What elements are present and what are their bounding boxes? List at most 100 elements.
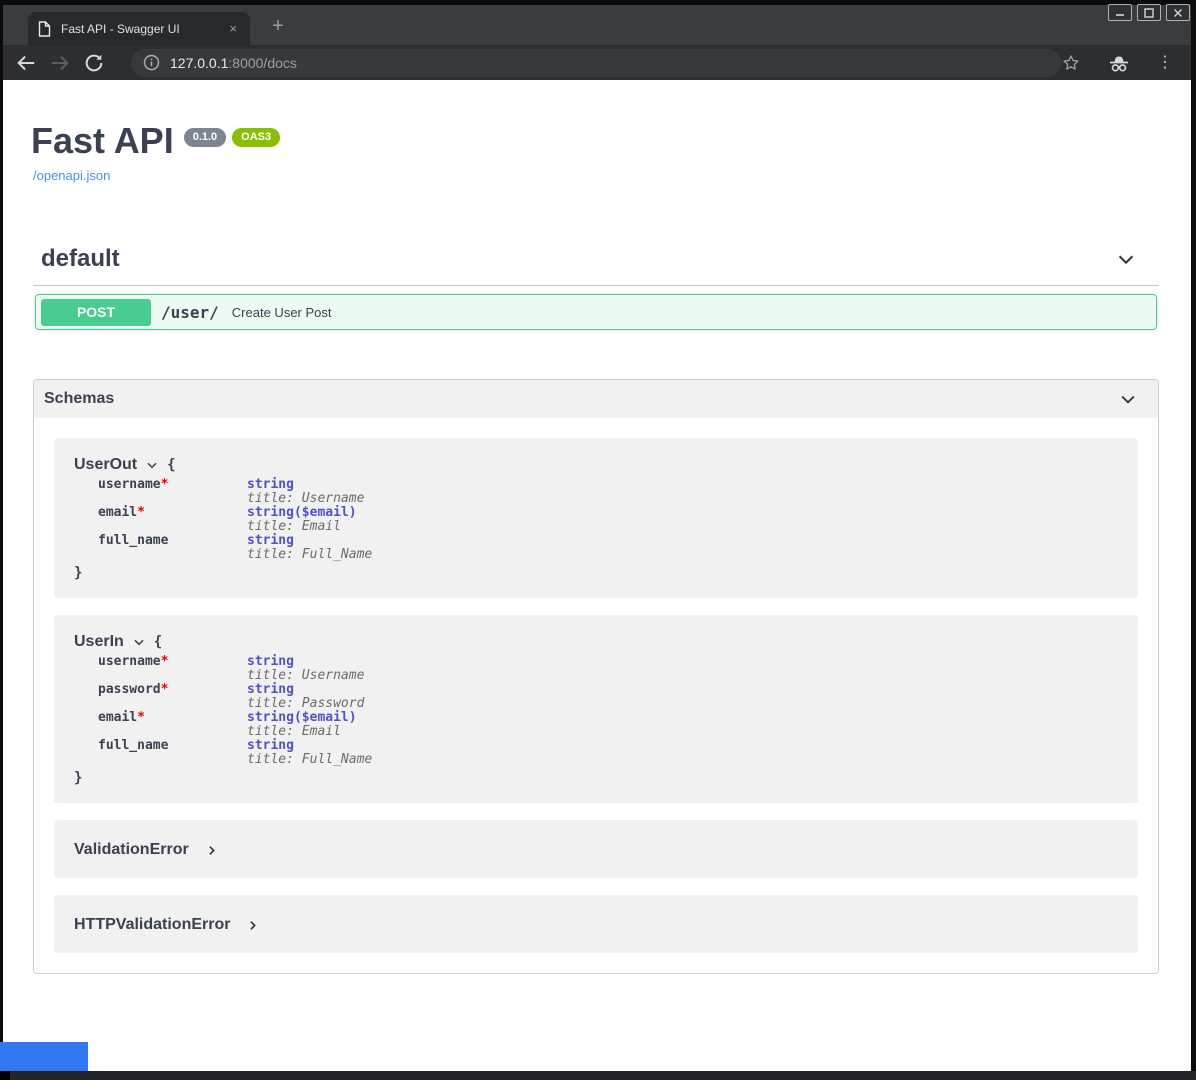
property-title: title: Username [247, 492, 372, 506]
model-title-row[interactable]: UserOut { [74, 456, 1118, 474]
address-bar[interactable]: 127.0.0.1:8000/docs [131, 49, 1061, 77]
browser-tab[interactable]: Fast API - Swagger UI × [28, 12, 250, 45]
property-row: email* string($email) title: Email [98, 711, 372, 739]
toolbar-actions: ⋮ [1061, 52, 1177, 74]
property-name: email [98, 505, 137, 520]
property-title: title: Full_Name [247, 548, 372, 562]
window-controls [1108, 4, 1190, 21]
property-type: string [247, 683, 372, 697]
model-httpvalidationerror: HTTPValidationError [54, 895, 1138, 953]
page-title: Fast API [31, 120, 174, 162]
property-type: string [247, 534, 372, 548]
post-method-button[interactable]: POST [41, 299, 151, 326]
property-row: full_name string title: Full_Name [98, 534, 372, 562]
model-validationerror: ValidationError [54, 820, 1138, 878]
window-bottom-edge [0, 1071, 1196, 1080]
open-brace: { [154, 634, 162, 650]
required-star: * [137, 710, 145, 725]
property-row: username* string title: Username [98, 478, 372, 506]
required-star: * [161, 654, 169, 669]
page-document-icon [38, 21, 51, 37]
endpoint-summary: Create User Post [232, 305, 332, 320]
property-name: email [98, 710, 137, 725]
model-name: ValidationError [74, 841, 189, 859]
tab-close-icon[interactable]: × [226, 21, 240, 36]
bookmark-star-icon[interactable] [1061, 53, 1081, 73]
chevron-down-icon[interactable] [132, 635, 146, 649]
browser-toolbar: 127.0.0.1:8000/docs ⋮ [3, 45, 1191, 80]
site-info-icon[interactable] [143, 54, 160, 71]
property-title: title: Full_Name [247, 753, 372, 767]
api-title-row: Fast API 0.1.0 OAS3 [31, 120, 1161, 162]
model-properties: username* string title: Username passwor… [98, 655, 372, 767]
property-name: username [98, 477, 161, 492]
tag-name: default [41, 245, 120, 273]
chevron-down-icon[interactable] [1118, 389, 1138, 409]
close-icon [1172, 7, 1184, 19]
click-indicator [0, 1042, 88, 1072]
minimize-button[interactable] [1108, 4, 1132, 21]
property-title: title: Email [247, 725, 372, 739]
property-name: username [98, 654, 161, 669]
swagger-ui: Fast API 0.1.0 OAS3 /openapi.json defaul… [3, 80, 1191, 974]
browser-menu-icon[interactable]: ⋮ [1157, 55, 1173, 71]
page-content: Fast API 0.1.0 OAS3 /openapi.json defaul… [3, 80, 1191, 1071]
property-type: string [247, 655, 372, 669]
url-host: 127.0.0.1 [170, 55, 228, 71]
schemas-body: UserOut { username* string title: Userna… [34, 418, 1158, 973]
model-userin: UserIn { username* string title: Usernam… [54, 615, 1138, 803]
model-title-row[interactable]: ValidationError [74, 838, 1118, 862]
oas3-badge: OAS3 [232, 128, 280, 147]
endpoint-path: /user/ [161, 303, 219, 322]
required-star: * [161, 682, 169, 697]
property-type: string [247, 739, 372, 753]
browser-window: Fast API - Swagger UI × + [0, 0, 1196, 1080]
property-row: email* string($email) title: Email [98, 506, 372, 534]
required-star: * [161, 477, 169, 492]
property-name: full_name [98, 738, 168, 753]
minimize-icon [1114, 7, 1126, 19]
property-title: title: Username [247, 669, 372, 683]
chevron-down-icon[interactable] [1115, 248, 1137, 270]
opblock-post-user[interactable]: POST /user/ Create User Post [35, 294, 1157, 330]
close-button[interactable] [1166, 4, 1190, 21]
maximize-button[interactable] [1137, 4, 1161, 21]
property-title: title: Email [247, 520, 372, 534]
schemas-header[interactable]: Schemas [34, 380, 1158, 418]
property-row: password* string title: Password [98, 683, 372, 711]
badges: 0.1.0 OAS3 [184, 128, 280, 147]
close-brace: } [74, 565, 82, 581]
open-brace: { [167, 457, 175, 473]
close-brace: } [74, 770, 82, 786]
model-title-row[interactable]: UserIn { [74, 633, 1118, 651]
tag-header[interactable]: default [33, 245, 1159, 286]
reload-icon[interactable] [83, 52, 105, 74]
model-name: UserIn [74, 633, 124, 651]
property-type: string($email) [247, 506, 372, 520]
incognito-icon [1107, 52, 1131, 74]
schemas-section: Schemas UserOut { [33, 379, 1159, 974]
back-icon[interactable] [15, 52, 37, 74]
property-name: password [98, 682, 161, 697]
required-star: * [137, 505, 145, 520]
tab-strip: Fast API - Swagger UI × + [3, 5, 1191, 45]
openapi-json-link[interactable]: /openapi.json [33, 168, 110, 183]
window-bottom-corner [0, 1071, 10, 1080]
api-info: Fast API 0.1.0 OAS3 /openapi.json [31, 120, 1161, 185]
chevron-right-icon[interactable] [246, 919, 259, 932]
url-path: :8000/docs [228, 55, 297, 71]
model-userout: UserOut { username* string title: Userna… [54, 438, 1138, 598]
chevron-down-icon[interactable] [145, 458, 159, 472]
model-name: HTTPValidationError [74, 916, 230, 934]
tag-section-default: default POST /user/ Create User Post [33, 245, 1159, 330]
property-row: username* string title: Username [98, 655, 372, 683]
property-type: string($email) [247, 711, 372, 725]
version-badge: 0.1.0 [184, 128, 226, 147]
maximize-icon [1143, 7, 1155, 19]
chevron-right-icon[interactable] [205, 844, 218, 857]
property-type: string [247, 478, 372, 492]
model-properties: username* string title: Username email* … [98, 478, 372, 562]
forward-icon[interactable] [49, 52, 71, 74]
new-tab-button[interactable]: + [265, 14, 291, 40]
model-title-row[interactable]: HTTPValidationError [74, 913, 1118, 937]
